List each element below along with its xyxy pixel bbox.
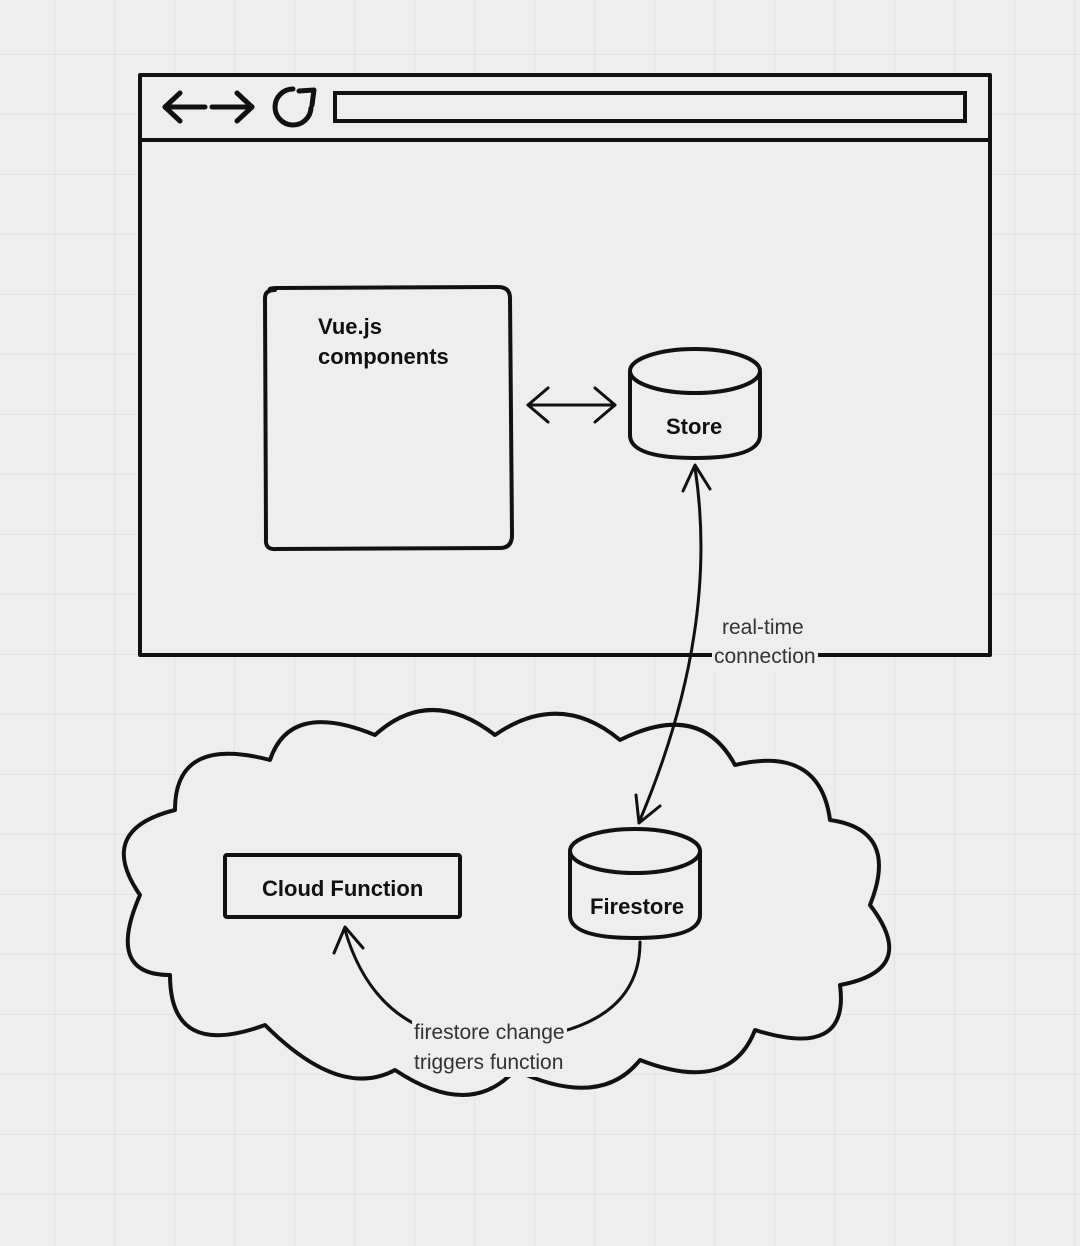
- address-bar: [335, 93, 965, 121]
- realtime-label-2: connection: [712, 642, 818, 671]
- firestore-label: Firestore: [590, 892, 684, 922]
- vue-label-2: components: [318, 342, 449, 372]
- vue-components-box: [265, 287, 512, 549]
- store-label: Store: [666, 412, 722, 442]
- trigger-label-1: firestore change: [412, 1018, 567, 1047]
- trigger-label-2: triggers function: [412, 1048, 565, 1077]
- realtime-label-1: real-time: [720, 613, 806, 642]
- cloud-function-label: Cloud Function: [262, 874, 423, 904]
- vue-label-1: Vue.js: [318, 312, 382, 342]
